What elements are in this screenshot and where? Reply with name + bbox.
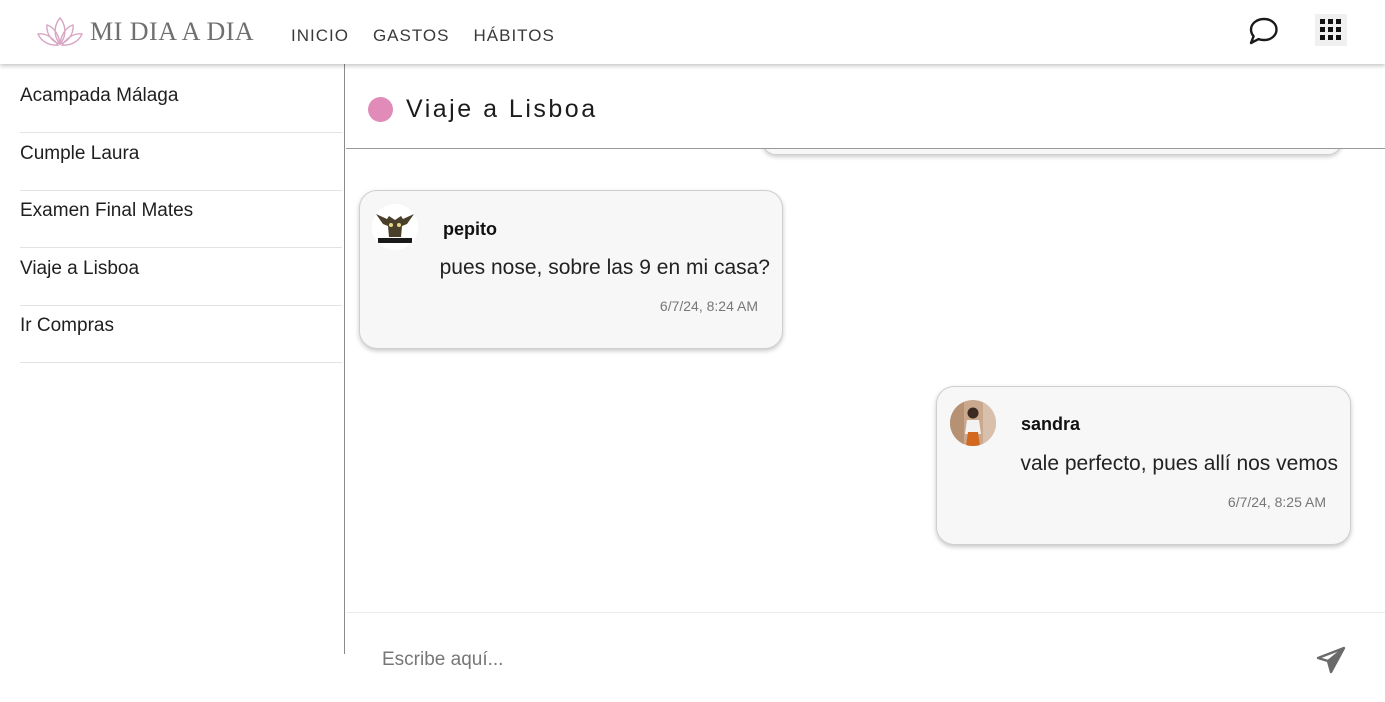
message-text: pues nose, sobre las 9 en mi casa? bbox=[439, 256, 770, 279]
send-icon[interactable] bbox=[1316, 646, 1346, 674]
user-photo-avatar-icon bbox=[950, 400, 996, 446]
sidebar-item-viaje-a-lisboa[interactable]: Viaje a Lisboa bbox=[20, 248, 342, 306]
chat-status-dot bbox=[368, 97, 393, 122]
message-username: pepito bbox=[443, 219, 497, 239]
gremlin-avatar-icon bbox=[372, 204, 418, 250]
sidebar-item-label: Acampada Málaga bbox=[20, 85, 179, 106]
main-nav: INICIO GASTOS HÁBITOS bbox=[291, 26, 579, 46]
message-username: sandra bbox=[1021, 414, 1081, 434]
message-bubble: pepito pues nose, sobre las 9 en mi casa… bbox=[359, 190, 783, 349]
message-text: vale perfecto, pues allí nos vemos bbox=[1020, 452, 1338, 475]
chat-title: Viaje a Lisboa bbox=[406, 95, 598, 123]
sidebar-item-acampada-malaga[interactable]: Acampada Málaga bbox=[20, 75, 342, 133]
sidebar-item-label: Ir Compras bbox=[20, 315, 114, 336]
nav-gastos[interactable]: GASTOS bbox=[373, 26, 450, 46]
chat-bubble-icon[interactable] bbox=[1247, 16, 1279, 46]
message-input[interactable] bbox=[382, 641, 1282, 679]
sidebar-item-cumple-laura[interactable]: Cumple Laura bbox=[20, 133, 342, 191]
chat-header: Viaje a Lisboa bbox=[346, 64, 1385, 149]
lotus-logo-icon bbox=[36, 16, 84, 46]
message-composer bbox=[346, 612, 1385, 702]
message-bubble: sandra vale perfecto, pues allí nos vemo… bbox=[936, 386, 1351, 545]
sidebar-item-ir-compras[interactable]: Ir Compras bbox=[20, 305, 342, 363]
message-list[interactable]: pepito pues nose, sobre las 9 en mi casa… bbox=[346, 149, 1385, 612]
brand[interactable]: MI DIA A DIA bbox=[34, 14, 254, 50]
chat-list-sidebar: Acampada Málaga Cumple Laura Examen Fina… bbox=[0, 64, 345, 654]
brand-name: MI DIA A DIA bbox=[90, 17, 255, 46]
message-timestamp: 6/7/24, 8:25 AM bbox=[1227, 494, 1326, 510]
previous-message-bubble bbox=[762, 149, 1342, 155]
nav-habitos[interactable]: HÁBITOS bbox=[474, 26, 555, 46]
top-bar: MI DIA A DIA INICIO GASTOS HÁBITOS bbox=[0, 0, 1385, 64]
sidebar-item-label: Viaje a Lisboa bbox=[20, 258, 140, 279]
sidebar-item-examen-final-mates[interactable]: Examen Final Mates bbox=[20, 190, 342, 248]
nav-inicio[interactable]: INICIO bbox=[291, 26, 349, 46]
sidebar-item-label: Cumple Laura bbox=[20, 143, 140, 164]
message-timestamp: 6/7/24, 8:24 AM bbox=[659, 298, 758, 314]
apps-grid-button[interactable] bbox=[1315, 14, 1347, 46]
apps-grid-icon bbox=[1320, 19, 1341, 40]
sidebar-item-label: Examen Final Mates bbox=[20, 200, 194, 221]
